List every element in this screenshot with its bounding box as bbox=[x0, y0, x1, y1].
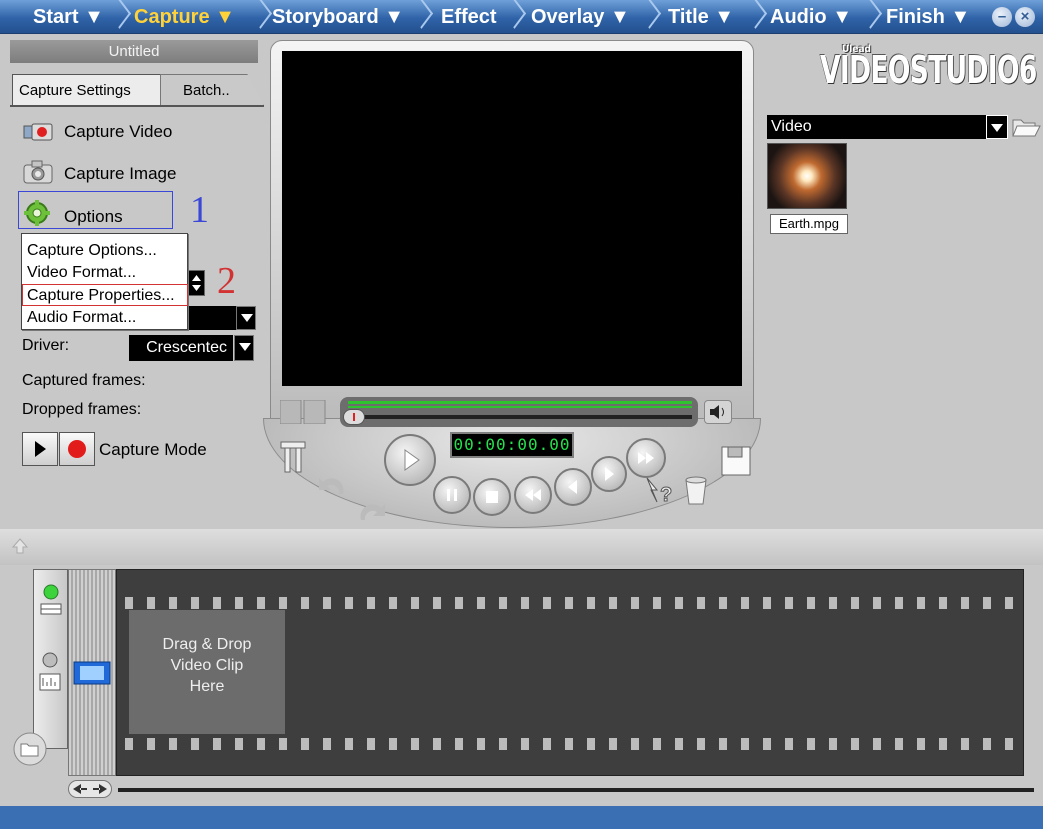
tab-capture-settings[interactable]: Capture Settings bbox=[12, 74, 162, 106]
timeline-ruler bbox=[68, 569, 116, 776]
prev-frame-button[interactable] bbox=[554, 468, 592, 506]
menu-item-capture-options[interactable]: Capture Options... bbox=[27, 240, 157, 261]
tab-capture[interactable]: Capture ▼ bbox=[134, 0, 235, 33]
clip-drop-zone[interactable]: Drag & Drop Video Clip Here bbox=[129, 610, 285, 734]
speaker-icon bbox=[705, 405, 731, 427]
captured-frames-label: Captured frames: bbox=[22, 372, 146, 389]
camera-icon bbox=[22, 159, 56, 185]
tab-start[interactable]: Start ▼ bbox=[33, 0, 104, 33]
storyboard-view-icon[interactable] bbox=[39, 584, 63, 624]
spin-button[interactable] bbox=[188, 270, 205, 296]
capture-image-label: Capture Image bbox=[64, 164, 177, 183]
logo-text: VIDEOSTUDIO6 bbox=[820, 48, 1037, 92]
options-button[interactable]: Options bbox=[22, 198, 172, 228]
tab-audio[interactable]: Audio ▼ bbox=[770, 0, 852, 33]
menu-item-video-format[interactable]: Video Format... bbox=[27, 262, 136, 283]
dropped-frames-label: Dropped frames: bbox=[22, 401, 142, 418]
nav-separator bbox=[255, 0, 269, 33]
play-mode-button[interactable] bbox=[22, 432, 58, 466]
film-perforations-top bbox=[117, 597, 1023, 609]
tab-title[interactable]: Title ▼ bbox=[668, 0, 734, 33]
status-bar bbox=[0, 806, 1043, 829]
options-menu: Capture Options... Video Format... Captu… bbox=[21, 233, 188, 330]
tab-overlay[interactable]: Overlay ▼ bbox=[531, 0, 630, 33]
clip-thumbnail[interactable] bbox=[767, 143, 847, 209]
rewind-button[interactable] bbox=[514, 476, 552, 514]
scroll-arrows[interactable] bbox=[68, 780, 112, 798]
timeline-divider bbox=[0, 529, 1043, 565]
tab-finish[interactable]: Finish ▼ bbox=[886, 0, 970, 33]
capture-video-label: Capture Video bbox=[64, 122, 173, 141]
up-arrow-icon[interactable] bbox=[10, 536, 30, 560]
camcorder-icon bbox=[22, 121, 56, 143]
drop-hint-text: Drag & Drop Video Clip Here bbox=[162, 636, 252, 695]
capture-tab-row: Capture Settings Batch.. bbox=[10, 74, 264, 106]
project-title: Untitled bbox=[10, 40, 258, 63]
trim-buttons[interactable] bbox=[279, 399, 326, 425]
close-button[interactable]: × bbox=[1015, 7, 1035, 27]
volume-button[interactable] bbox=[704, 400, 732, 424]
svg-text:?: ? bbox=[660, 484, 672, 506]
pause-button[interactable] bbox=[433, 476, 471, 514]
nav-separator bbox=[750, 0, 764, 33]
format-dropdown-arrow[interactable] bbox=[236, 306, 256, 330]
gear-icon bbox=[24, 200, 52, 226]
nav-separator bbox=[509, 0, 523, 33]
format-dropdown-field[interactable] bbox=[188, 306, 236, 330]
nav-separator bbox=[644, 0, 658, 33]
nav-separator bbox=[114, 0, 128, 33]
folder-open-icon[interactable] bbox=[1011, 114, 1041, 144]
fast-forward-button[interactable] bbox=[626, 438, 666, 478]
nav-separator bbox=[865, 0, 879, 33]
timeline-view-icon[interactable] bbox=[37, 652, 63, 700]
library-dropdown-arrow[interactable] bbox=[986, 115, 1008, 139]
menu-item-audio-format[interactable]: Audio Format... bbox=[27, 307, 136, 328]
options-label: Options bbox=[64, 207, 123, 226]
clip-name: Earth.mpg bbox=[770, 214, 848, 234]
minimize-button[interactable]: – bbox=[992, 7, 1012, 27]
save-icon[interactable] bbox=[720, 445, 752, 481]
next-frame-button[interactable] bbox=[591, 456, 627, 492]
tab-underline bbox=[10, 105, 264, 107]
timeline-scrollbar[interactable] bbox=[68, 778, 1036, 800]
scroll-track bbox=[118, 788, 1034, 792]
driver-dropdown-arrow[interactable] bbox=[234, 335, 254, 361]
videostudio-logo: Ulead VIDEOSTUDIO6 bbox=[818, 42, 1038, 100]
open-folder-button[interactable] bbox=[12, 731, 48, 771]
capture-mode-label: Capture Mode bbox=[99, 440, 207, 459]
timeline-view-tabs bbox=[33, 569, 68, 749]
library-category-dropdown[interactable]: Video bbox=[767, 115, 987, 139]
film-perforations-bottom bbox=[117, 738, 1023, 750]
play-button[interactable] bbox=[384, 434, 436, 486]
tools-icon[interactable] bbox=[279, 440, 309, 478]
menu-item-capture-properties[interactable]: Capture Properties... bbox=[27, 285, 175, 306]
capture-video-button[interactable]: Capture Video bbox=[22, 119, 192, 145]
timecode-display: 00:00:00.00 bbox=[450, 432, 574, 458]
nav-separator bbox=[416, 0, 430, 33]
annotation-step-2: 2 bbox=[217, 260, 236, 302]
tab-batch[interactable]: Batch.. bbox=[160, 74, 264, 106]
help-icon[interactable]: ? bbox=[643, 474, 677, 512]
tab-effect[interactable]: Effect bbox=[441, 0, 497, 33]
trash-icon[interactable] bbox=[681, 474, 711, 510]
undo-icon[interactable] bbox=[315, 472, 349, 504]
tab-storyboard[interactable]: Storyboard ▼ bbox=[272, 0, 404, 33]
driver-label: Driver: bbox=[22, 337, 70, 354]
window-controls: – × bbox=[992, 7, 1038, 29]
scrub-handle[interactable] bbox=[343, 409, 365, 425]
preview-screen bbox=[282, 51, 742, 386]
driver-dropdown[interactable]: Crescentec bbox=[129, 335, 233, 361]
annotation-step-1: 1 bbox=[190, 189, 209, 231]
capture-image-button[interactable]: Capture Image bbox=[22, 159, 192, 185]
top-nav-bar: Start ▼ Capture ▼ Storyboard ▼ Effect Ov… bbox=[0, 0, 1043, 34]
scrub-slider[interactable] bbox=[340, 397, 698, 427]
record-mode-button[interactable] bbox=[59, 432, 95, 466]
stop-button[interactable] bbox=[473, 478, 511, 516]
redo-icon[interactable] bbox=[355, 498, 389, 530]
video-track-icon bbox=[72, 660, 112, 690]
